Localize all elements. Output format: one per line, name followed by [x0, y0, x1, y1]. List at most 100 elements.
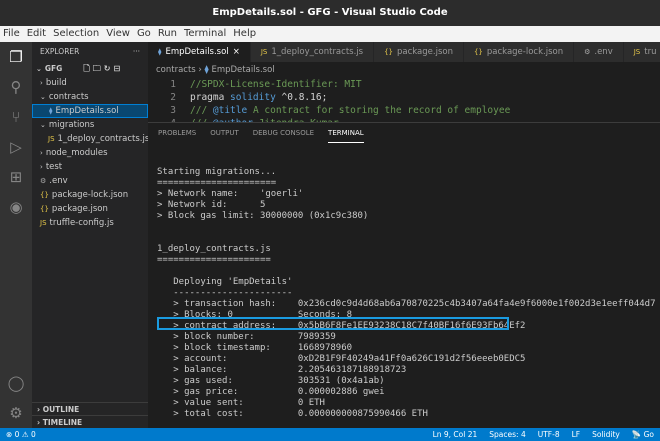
close-icon[interactable]: × — [233, 42, 240, 62]
panel-tab-problems[interactable]: PROBLEMS — [158, 123, 196, 143]
menu-go[interactable]: Go — [137, 26, 151, 42]
explorer-actions[interactable]: 🗋🗀↻⊟ — [83, 62, 123, 76]
menu-view[interactable]: View — [106, 26, 130, 42]
tree-item[interactable]: ⚙ .env — [32, 174, 148, 188]
tree-item[interactable]: › node_modules — [32, 146, 148, 160]
workspace-root[interactable]: ⌄ GFG 🗋🗀↻⊟ — [32, 62, 148, 76]
tab[interactable]: JS 1_deploy_contracts.js — [250, 42, 375, 62]
remote-icon[interactable]: ◉ — [0, 192, 32, 222]
solidity-file-icon: ⧫ — [158, 48, 162, 56]
solidity-file-icon: ⧫ — [49, 107, 53, 115]
gear-icon: ⚙ — [584, 48, 591, 56]
tab[interactable]: {} package-lock.json — [463, 42, 575, 62]
breadcrumb: contracts › ⧫ EmpDetails.sol — [156, 65, 275, 75]
line-text: /// @title A contract for storing the re… — [190, 104, 510, 117]
tab[interactable]: ⚙ .env — [574, 42, 624, 62]
more-actions-button[interactable]: ··· — [133, 42, 140, 62]
problems-indicator[interactable]: ⊗ 0 ⚠ 0 — [6, 428, 36, 441]
panel-tab-output[interactable]: OUTPUT — [210, 123, 239, 143]
code-token: solidity — [230, 92, 276, 103]
menu-terminal[interactable]: Terminal — [184, 26, 226, 42]
chevron-down-icon: ⌄ — [40, 93, 46, 101]
menu-selection[interactable]: Selection — [53, 26, 99, 42]
line-text: //SPDX-License-Identifier: MIT — [190, 78, 362, 91]
tree-item-label: contracts — [48, 92, 89, 102]
js-file-icon: JS — [260, 48, 268, 56]
tree-item-label: package.json — [51, 204, 108, 214]
tree-item-label: migrations — [48, 120, 95, 130]
tree-item-label: truffle-config.js — [49, 218, 114, 228]
tab[interactable]: {} package.json — [374, 42, 464, 62]
tab-label: tru — [644, 47, 657, 57]
code-token: //SPDX-License-Identifier: MIT — [190, 79, 362, 90]
line-text: pragma solidity ^0.8.16; — [190, 91, 327, 104]
json-file-icon: {} — [473, 48, 483, 56]
explorer-icon[interactable]: ❐ — [0, 42, 32, 72]
tree-item[interactable]: ⧫ EmpDetails.sol — [32, 104, 148, 118]
tree-item-label: package-lock.json — [51, 190, 129, 200]
panel-tab-debug-console[interactable]: DEBUG CONSOLE — [253, 123, 314, 143]
language-mode[interactable]: Solidity — [592, 428, 620, 441]
cursor-position[interactable]: Ln 9, Col 21 — [433, 428, 478, 441]
code-token: @title — [212, 105, 248, 116]
activity-bar: ❐ ⚲ ⑂ ▷ ⊞ ◉ ◯ ⚙ — [0, 42, 32, 428]
search-icon[interactable]: ⚲ — [0, 72, 32, 102]
json-file-icon: {} — [384, 48, 393, 56]
chevron-right-icon: › — [40, 79, 43, 87]
tree-item[interactable]: ⌄ contracts — [32, 90, 148, 104]
json-file-icon: {} — [40, 205, 49, 213]
tree-item[interactable]: JS 1_deploy_contracts.js — [32, 132, 150, 146]
panel-tab-terminal[interactable]: TERMINAL — [328, 123, 364, 143]
tree-item[interactable]: {} package-lock.json — [32, 188, 148, 202]
gear-icon[interactable]: ⚙ — [0, 398, 32, 428]
indentation[interactable]: Spaces: 4 — [489, 428, 525, 441]
gear-icon: ⚙ — [40, 177, 47, 185]
tree-item[interactable]: › build — [32, 76, 148, 90]
tree-item[interactable]: JS truffle-config.js — [32, 216, 148, 230]
outline-section[interactable]: › OUTLINE — [32, 402, 148, 415]
code-token: pragma — [190, 92, 231, 103]
go-live-button[interactable]: 📡 Go — [632, 428, 654, 441]
code-line: 3 /// @title A contract for storing the r… — [148, 104, 660, 117]
tab-label: EmpDetails.sol — [165, 47, 229, 57]
tree-item[interactable]: {} package.json — [32, 202, 148, 216]
tree-item-label: .env — [49, 176, 68, 186]
run-debug-icon[interactable]: ▷ — [0, 132, 32, 162]
tree-item[interactable]: › test — [32, 160, 148, 174]
menu-bar: File Edit Selection View Go Run Terminal Help — [0, 26, 660, 42]
source-control-icon[interactable]: ⑂ — [0, 102, 32, 132]
code-line: 1 //SPDX-License-Identifier: MIT — [148, 78, 660, 91]
tab[interactable]: JS tru — [623, 42, 660, 62]
chevron-right-icon: › — [40, 149, 43, 157]
menu-file[interactable]: File — [3, 26, 20, 42]
timeline-section[interactable]: › TIMELINE — [32, 415, 148, 428]
account-icon[interactable]: ◯ — [0, 368, 32, 398]
tree-item-label: build — [45, 78, 67, 88]
line-number: 1 — [170, 79, 176, 90]
menu-run[interactable]: Run — [158, 26, 177, 42]
js-file-icon: JS — [40, 219, 47, 227]
tab-label: package-lock.json — [486, 47, 564, 57]
code-token: /// — [190, 105, 213, 116]
chevron-down-icon: ⌄ — [40, 121, 46, 129]
code-token: ^0.8.16; — [275, 92, 328, 103]
js-file-icon: JS — [633, 48, 641, 56]
line-ending[interactable]: LF — [572, 428, 581, 441]
tree-item[interactable]: ⌄ migrations — [32, 118, 148, 132]
status-bar: ⊗ 0 ⚠ 0 Ln 9, Col 21 Spaces: 4 UTF-8 LF … — [0, 428, 660, 441]
menu-help[interactable]: Help — [233, 26, 256, 42]
terminal-output[interactable]: Starting migrations... =================… — [157, 167, 656, 420]
tree-item-label: test — [45, 162, 63, 172]
code-editor[interactable]: 1 //SPDX-License-Identifier: MIT 2 pragma s… — [148, 78, 660, 122]
line-number: 2 — [170, 92, 176, 103]
extensions-icon[interactable]: ⊞ — [0, 162, 32, 192]
tab[interactable]: ⧫ EmpDetails.sol × — [148, 42, 251, 62]
tab-label: .env — [594, 47, 613, 57]
json-file-icon: {} — [40, 191, 49, 199]
line-number: 3 — [170, 105, 176, 116]
menu-edit[interactable]: Edit — [27, 26, 46, 42]
chevron-down-icon: ⌄ — [36, 65, 42, 73]
tree-item-label: 1_deploy_contracts.js — [57, 134, 150, 144]
encoding[interactable]: UTF-8 — [538, 428, 560, 441]
tab-label: package.json — [397, 47, 453, 57]
